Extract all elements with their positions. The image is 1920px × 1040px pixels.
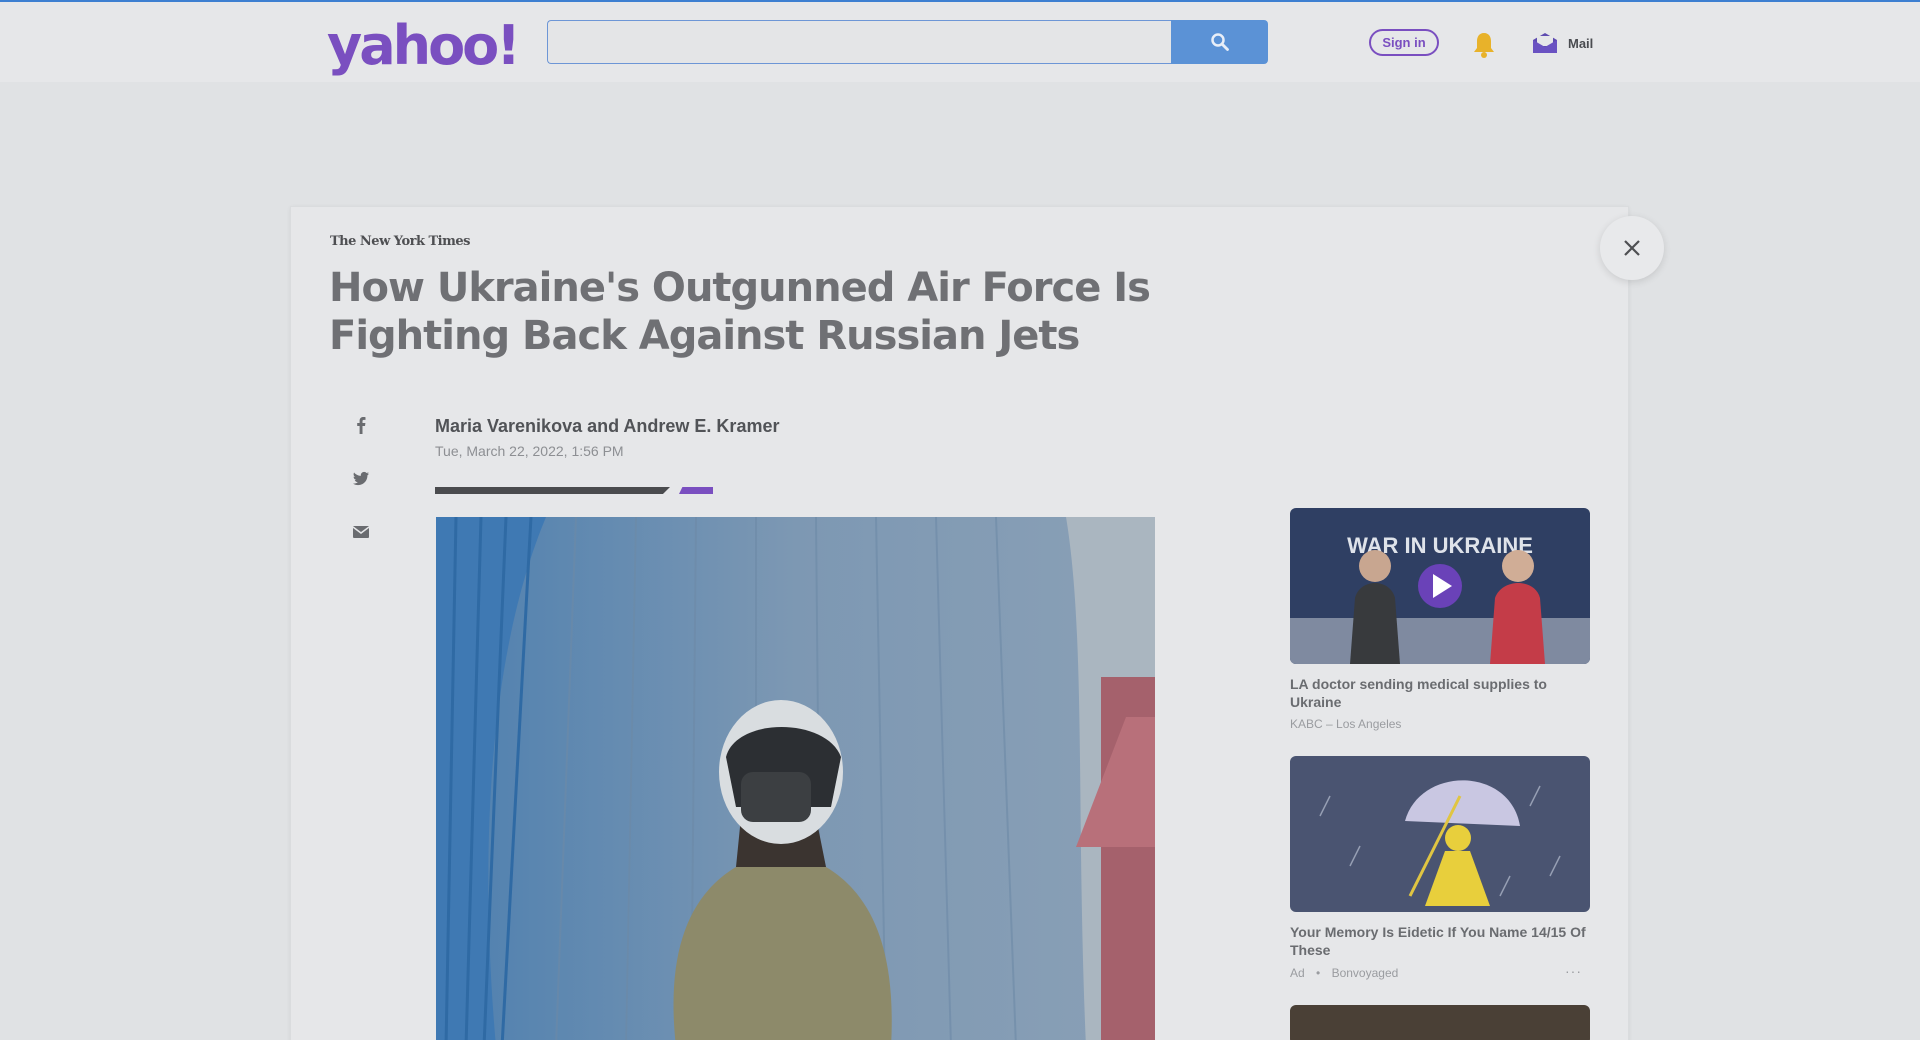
article-title: How Ukraine's Outgunned Air Force Is Fig… [329, 265, 1151, 359]
share-email-button[interactable] [350, 521, 372, 548]
ad-label: Ad [1290, 966, 1305, 980]
meta-separator: • [1316, 966, 1321, 980]
twitter-icon [353, 471, 369, 486]
facebook-icon [357, 417, 366, 434]
sidebar-item-title[interactable]: LA doctor sending medical supplies to Uk… [1290, 675, 1590, 711]
mail-link[interactable]: Mail [1568, 36, 1593, 51]
mail-icon [352, 526, 370, 538]
sidebar-ad-thumbnail[interactable] [1290, 756, 1590, 912]
article-authors[interactable]: Maria Varenikova and Andrew E. Kramer [435, 416, 779, 437]
share-facebook-button[interactable] [350, 414, 372, 441]
sidebar-item-source: KABC – Los Angeles [1290, 717, 1402, 731]
search-input[interactable] [547, 20, 1172, 64]
site-header: yahoo! Sign in Mail [0, 2, 1920, 82]
progress-bar-accent [679, 487, 713, 494]
publisher-logo: The New York Times [330, 234, 470, 249]
article-date: Tue, March 22, 2022, 1:56 PM [435, 443, 624, 459]
close-icon [1624, 240, 1640, 256]
article-hero-image [436, 517, 1155, 1040]
progress-bar-dark [435, 487, 670, 494]
sidebar-item-title[interactable]: Your Memory Is Eidetic If You Name 14/15… [1290, 923, 1590, 959]
yahoo-logo[interactable]: yahoo! [327, 16, 521, 76]
more-options-button[interactable]: ··· [1565, 963, 1582, 979]
sidebar-video-thumbnail[interactable]: WAR IN UKRAINE [1290, 508, 1590, 664]
share-twitter-button[interactable] [350, 468, 372, 495]
search-button[interactable] [1171, 20, 1268, 64]
notifications-bell-icon[interactable] [1472, 31, 1496, 64]
search-icon [1210, 33, 1229, 51]
mail-icon[interactable] [1532, 32, 1558, 59]
sign-in-button[interactable]: Sign in [1369, 29, 1439, 56]
ad-source[interactable]: Bonvoyaged [1332, 966, 1399, 980]
sidebar-next-thumbnail[interactable] [1290, 1005, 1590, 1040]
sidebar-item-meta: Ad • Bonvoyaged [1290, 966, 1398, 980]
close-button[interactable] [1600, 216, 1664, 280]
